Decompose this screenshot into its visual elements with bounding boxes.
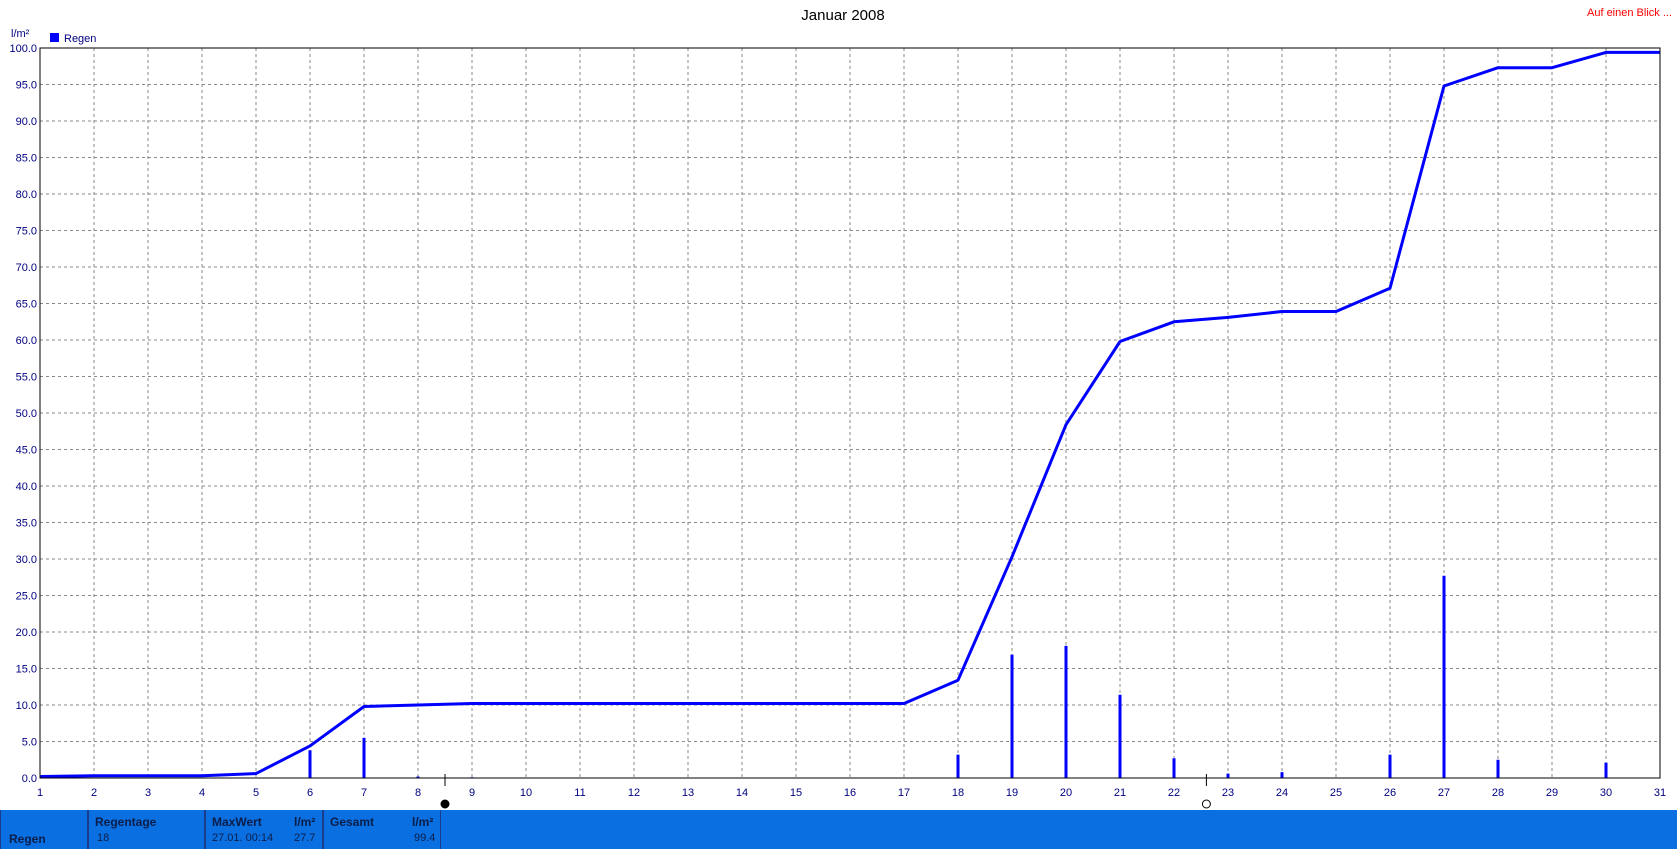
y-tick-label: 40.0 xyxy=(16,481,37,493)
x-tick-label: 3 xyxy=(145,787,151,799)
summary-row-label-cell: Regen xyxy=(0,810,88,849)
y-tick-label: 25.0 xyxy=(16,591,37,603)
summary-bar: Regen Regentage 18 MaxWert l/m² 27.01. 0… xyxy=(0,810,1677,849)
x-tick-label: 26 xyxy=(1384,787,1396,799)
y-tick-label: 35.0 xyxy=(16,518,37,530)
x-tick-label: 24 xyxy=(1276,787,1288,799)
x-tick-label: 7 xyxy=(361,787,367,799)
x-tick-label: 11 xyxy=(574,787,585,799)
total-value: 99.4 xyxy=(414,832,436,844)
x-tick-label: 14 xyxy=(736,787,748,799)
x-tick-label: 21 xyxy=(1114,787,1126,799)
y-tick-label: 15.0 xyxy=(16,664,37,676)
legend-label: Regen xyxy=(64,33,96,45)
axis-markers xyxy=(440,774,1211,809)
x-tick-label: 19 xyxy=(1006,787,1018,799)
x-tick-label: 28 xyxy=(1492,787,1504,799)
x-tick-label: 18 xyxy=(952,787,964,799)
max-value-unit: l/m² xyxy=(294,815,316,829)
x-axis: 1 2 3 4 5 6 7 8 9 10 11 12 13 14 15 16 17 18 19 20 21 22 23 24 2… xyxy=(37,787,1666,799)
x-tick-label: 5 xyxy=(253,787,259,799)
x-tick-label: 15 xyxy=(790,787,802,799)
y-tick-label: 20.0 xyxy=(16,627,37,639)
chart-title: Januar 2008 xyxy=(801,7,884,24)
x-tick-label: 20 xyxy=(1060,787,1072,799)
filled-marker xyxy=(440,799,450,809)
x-tick-label: 2 xyxy=(91,787,97,799)
x-tick-label: 31 xyxy=(1654,787,1666,799)
y-axis: 0.0 5.0 10.0 15.0 20.0 25.0 30.0 35.0 40.0 45.0 50… xyxy=(9,43,37,785)
x-tick-label: 17 xyxy=(898,787,910,799)
x-tick-label: 6 xyxy=(307,787,313,799)
x-tick-label: 16 xyxy=(844,787,856,799)
x-tick-label: 8 xyxy=(415,787,421,799)
y-tick-label: 80.0 xyxy=(16,189,37,201)
y-axis-unit: l/m² xyxy=(11,28,30,40)
total-label: Gesamt xyxy=(330,815,375,829)
chart-grid xyxy=(40,48,1660,778)
rain-days-cell: Regentage 18 xyxy=(88,810,205,849)
y-tick-label: 10.0 xyxy=(16,700,37,712)
total-unit: l/m² xyxy=(412,815,434,829)
x-tick-label: 25 xyxy=(1330,787,1342,799)
rain-chart: Januar 2008 Auf einen Blick ... l/m² Reg… xyxy=(9,7,1672,809)
x-tick-label: 9 xyxy=(469,787,475,799)
overview-link[interactable]: Auf einen Blick ... xyxy=(1587,7,1672,19)
y-tick-label: 95.0 xyxy=(16,80,37,92)
y-tick-label: 0.0 xyxy=(22,773,37,785)
x-tick-label: 30 xyxy=(1600,787,1612,799)
y-tick-label: 5.0 xyxy=(22,737,37,749)
rain-days-value: 18 xyxy=(97,832,110,844)
y-tick-label: 30.0 xyxy=(16,554,37,566)
summary-row-label: Regen xyxy=(9,832,46,846)
max-value-label: MaxWert xyxy=(212,815,262,829)
max-value-amount: 27.7 xyxy=(294,832,316,844)
y-tick-label: 90.0 xyxy=(16,116,37,128)
open-marker xyxy=(1201,799,1211,809)
legend-swatch xyxy=(50,33,59,42)
total-cell: Gesamt l/m² 99.4 xyxy=(323,810,441,849)
y-tick-label: 45.0 xyxy=(16,445,37,457)
x-tick-label: 1 xyxy=(37,787,43,799)
max-value-cell: MaxWert l/m² 27.01. 00:14 27.7 xyxy=(205,810,323,849)
y-tick-label: 70.0 xyxy=(16,262,37,274)
x-tick-label: 4 xyxy=(199,787,205,799)
y-tick-label: 75.0 xyxy=(16,226,37,238)
x-tick-label: 23 xyxy=(1222,787,1234,799)
y-tick-label: 60.0 xyxy=(16,335,37,347)
x-tick-label: 29 xyxy=(1546,787,1558,799)
rain-days-label: Regentage xyxy=(95,815,157,829)
y-tick-label: 85.0 xyxy=(16,153,37,165)
y-tick-label: 55.0 xyxy=(16,372,37,384)
max-value-datetime: 27.01. 00:14 xyxy=(212,832,274,844)
y-tick-label: 100.0 xyxy=(9,43,37,55)
x-tick-label: 12 xyxy=(628,787,640,799)
x-tick-label: 13 xyxy=(682,787,694,799)
x-tick-label: 27 xyxy=(1438,787,1450,799)
y-tick-label: 65.0 xyxy=(16,299,37,311)
x-tick-label: 22 xyxy=(1168,787,1180,799)
y-tick-label: 50.0 xyxy=(16,408,37,420)
x-tick-label: 10 xyxy=(520,787,532,799)
